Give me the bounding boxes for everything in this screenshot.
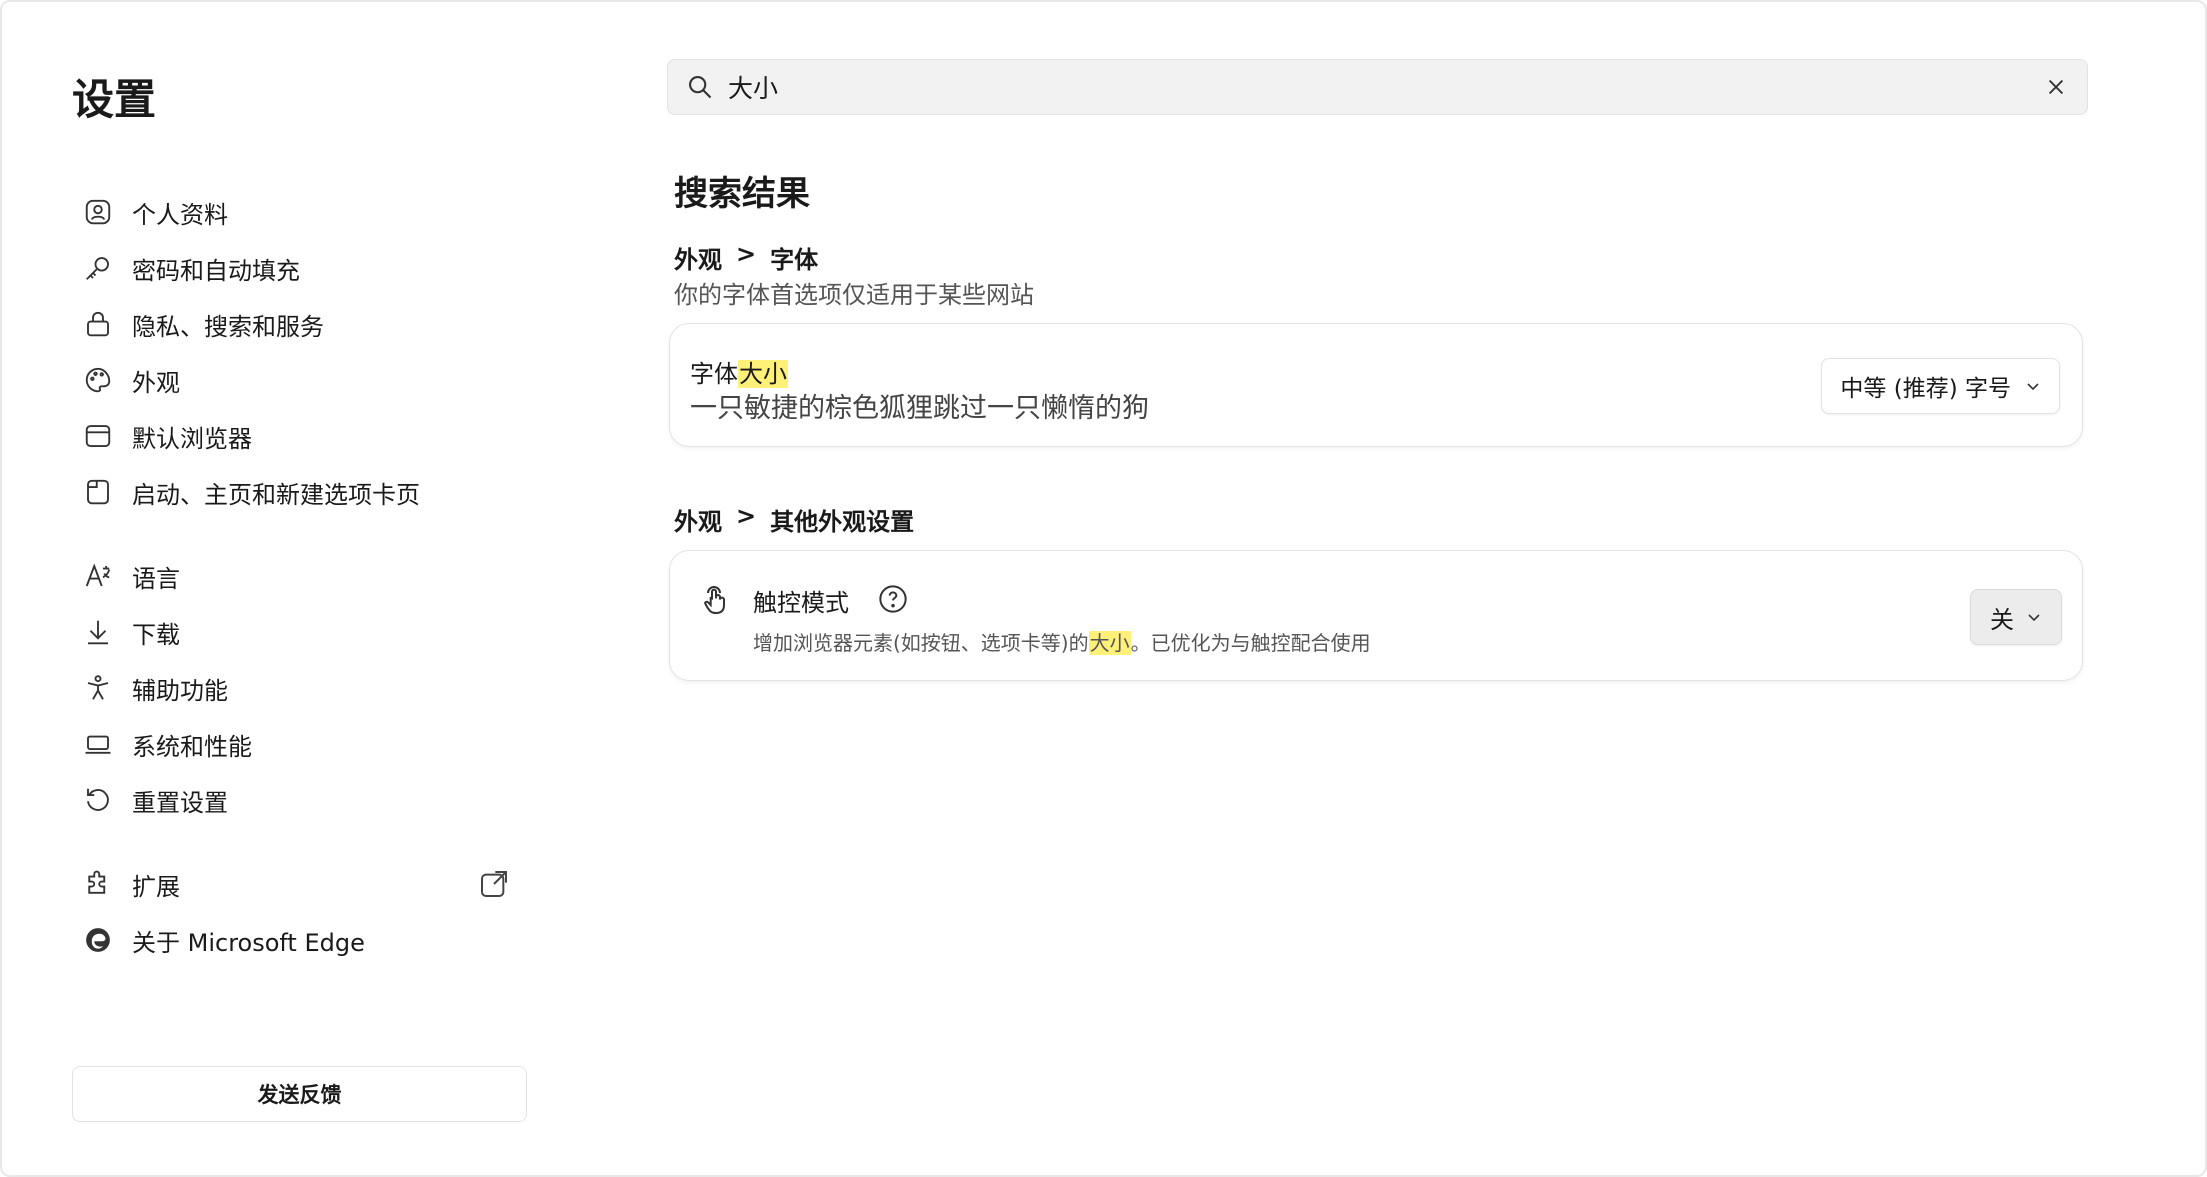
sidebar-item-label: 关于 Microsoft Edge — [132, 928, 365, 957]
tab-page-icon — [82, 476, 114, 508]
reset-icon — [82, 784, 114, 816]
chevron-down-icon — [2028, 614, 2040, 622]
search-results-title: 搜索结果 — [674, 174, 810, 214]
font-sample-text: 一只敏捷的棕色狐狸跳过一只懒惰的狗 — [690, 393, 1149, 424]
sidebar-item-privacy[interactable]: 隐私、搜索和服务 — [82, 298, 522, 350]
sidebar-item-label: 下载 — [132, 620, 180, 649]
sidebar-item-accessibility[interactable]: 辅助功能 — [82, 662, 522, 714]
dropdown-value: 关 — [1990, 605, 2014, 634]
sidebar-item-label: 启动、主页和新建选项卡页 — [132, 480, 420, 509]
breadcrumb: 外观 > 其他外观设置 — [674, 502, 914, 537]
send-feedback-button[interactable]: 发送反馈 — [72, 1066, 527, 1122]
font-size-card: 字体大小 一只敏捷的棕色狐狸跳过一只懒惰的狗 中等 (推荐) 字号 — [669, 323, 2083, 447]
sidebar-item-appearance[interactable]: 外观 — [82, 354, 522, 406]
dropdown-value: 中等 (推荐) 字号 — [1840, 376, 2011, 402]
sidebar-item-label: 默认浏览器 — [132, 424, 252, 453]
touch-mode-dropdown[interactable]: 关 — [1970, 589, 2062, 645]
touch-mode-title: 触控模式 — [753, 589, 849, 617]
sidebar-item-system[interactable]: 系统和性能 — [82, 718, 522, 770]
sidebar-item-extensions[interactable]: 扩展 — [82, 858, 522, 910]
breadcrumb-parent: 外观 — [674, 246, 722, 274]
download-icon — [82, 616, 114, 648]
laptop-icon — [82, 728, 114, 760]
breadcrumb-separator: > — [736, 502, 757, 530]
external-link-icon[interactable] — [478, 868, 510, 900]
sidebar-item-label: 辅助功能 — [132, 676, 228, 705]
font-size-dropdown[interactable]: 中等 (推荐) 字号 — [1821, 358, 2060, 414]
sidebar-item-languages[interactable]: 语言 — [82, 550, 522, 602]
settings-window: 设置 个人资料 密码和自动填充 隐私、搜索和服务 外观 默认浏览器 启动、主页和… — [0, 0, 2207, 1177]
sidebar-item-downloads[interactable]: 下载 — [82, 606, 522, 658]
sidebar-item-label: 外观 — [132, 368, 180, 397]
breadcrumb-parent: 外观 — [674, 508, 722, 536]
sidebar-item-label: 系统和性能 — [132, 732, 252, 761]
accessibility-icon — [82, 672, 114, 704]
section-description: 你的字体首选项仅适用于某些网站 — [674, 281, 1034, 309]
sidebar-item-label: 个人资料 — [132, 200, 228, 229]
sidebar-item-label: 隐私、搜索和服务 — [132, 312, 324, 341]
palette-icon — [82, 364, 114, 396]
touch-mode-description: 增加浏览器元素(如按钮、选项卡等)的大小。已优化为与触控配合使用 — [753, 631, 1371, 655]
search-box[interactable]: 大小 — [667, 59, 2088, 115]
language-icon — [82, 560, 114, 592]
sidebar-item-passwords[interactable]: 密码和自动填充 — [82, 242, 522, 294]
search-input[interactable]: 大小 — [728, 69, 2045, 105]
profile-icon — [82, 196, 114, 228]
touch-hand-icon — [704, 586, 725, 615]
sidebar-item-label: 密码和自动填充 — [132, 256, 300, 285]
chevron-down-icon — [2027, 383, 2039, 391]
font-size-setting-label: 字体大小 — [690, 360, 788, 388]
breadcrumb: 外观 > 字体 — [674, 240, 818, 275]
touch-mode-card: 触控模式 增加浏览器元素(如按钮、选项卡等)的大小。已优化为与触控配合使用 关 — [669, 550, 2083, 681]
search-highlight: 大小 — [738, 360, 788, 388]
help-icon[interactable] — [877, 583, 909, 615]
sidebar-item-label: 扩展 — [132, 872, 180, 901]
breadcrumb-separator: > — [736, 240, 757, 268]
sidebar-item-default-browser[interactable]: 默认浏览器 — [82, 410, 522, 462]
puzzle-icon — [82, 868, 114, 900]
search-highlight: 大小 — [1088, 631, 1131, 655]
browser-icon — [82, 420, 114, 452]
edge-logo-icon — [82, 924, 114, 956]
sidebar-item-profile[interactable]: 个人资料 — [82, 186, 522, 238]
sidebar-item-about[interactable]: 关于 Microsoft Edge — [82, 914, 522, 966]
breadcrumb-child: 其他外观设置 — [770, 508, 915, 536]
search-icon — [689, 76, 712, 99]
lock-icon — [82, 308, 114, 340]
close-icon[interactable] — [2045, 76, 2067, 98]
settings-title: 设置 — [72, 75, 157, 124]
sidebar-item-label: 语言 — [132, 564, 180, 593]
sidebar-item-reset[interactable]: 重置设置 — [82, 774, 522, 826]
sidebar-item-startup[interactable]: 启动、主页和新建选项卡页 — [82, 466, 522, 518]
sidebar-item-label: 重置设置 — [132, 788, 228, 817]
key-icon — [82, 252, 114, 284]
breadcrumb-child: 字体 — [770, 246, 819, 274]
sidebar: 设置 个人资料 密码和自动填充 隐私、搜索和服务 外观 默认浏览器 启动、主页和… — [2, 2, 562, 1175]
